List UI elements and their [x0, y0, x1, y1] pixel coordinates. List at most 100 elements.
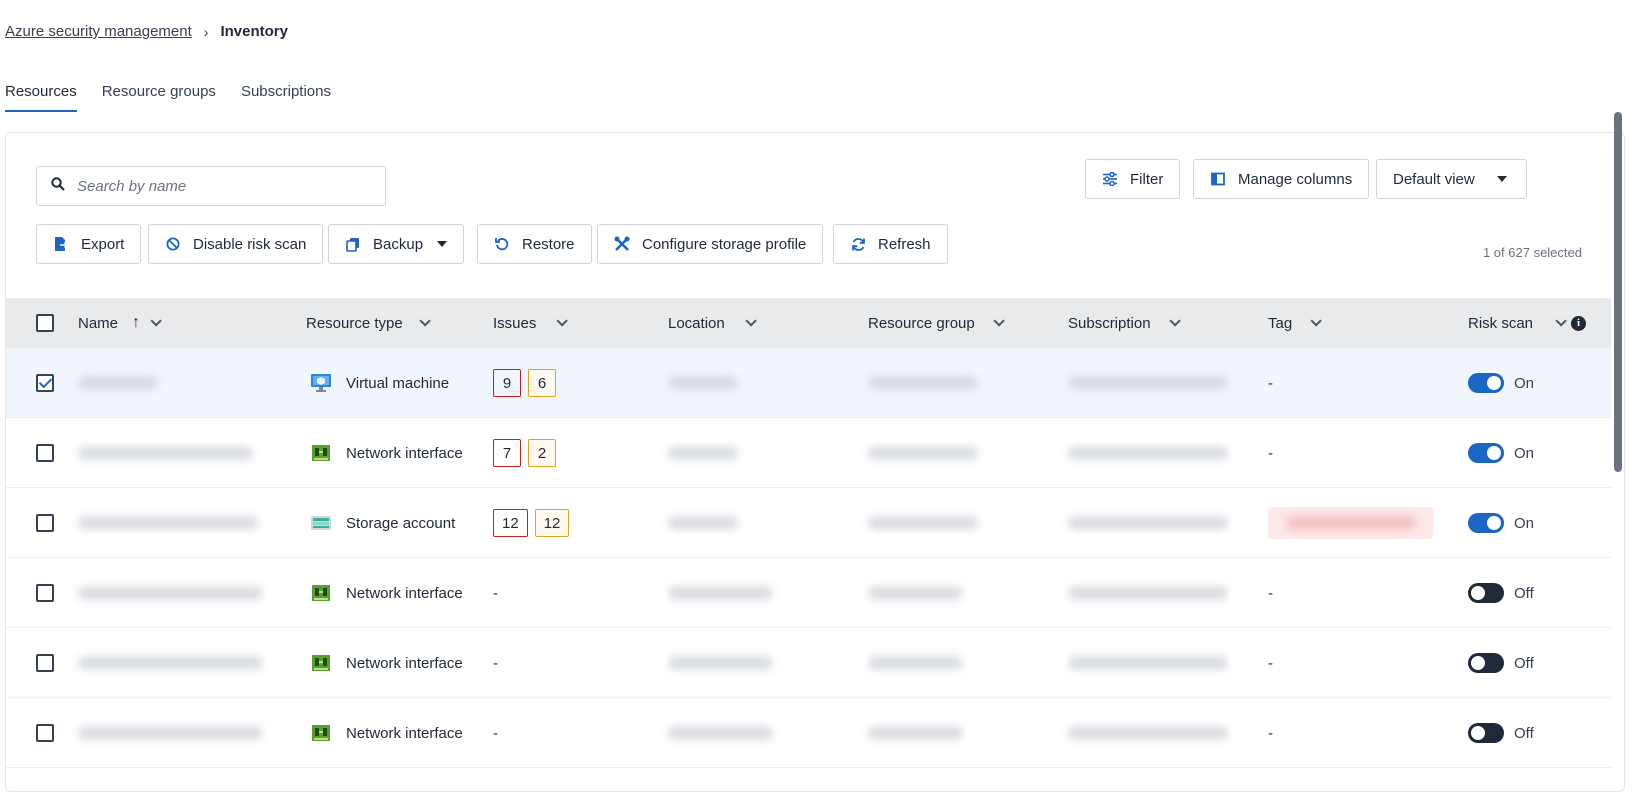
row-checkbox[interactable] — [36, 654, 54, 672]
risk-scan-toggle[interactable] — [1468, 653, 1504, 673]
critical-issues-badge[interactable]: 7 — [493, 439, 521, 467]
subscription-cell — [1068, 348, 1228, 418]
table-row[interactable]: Network interface - - Off — [6, 558, 1611, 628]
row-select-cell — [36, 628, 54, 698]
table-row[interactable]: Virtual machine 96 - On — [6, 348, 1611, 418]
risk-scan-toggle[interactable] — [1468, 723, 1504, 743]
chevron-down-icon[interactable] — [1169, 315, 1181, 327]
select-all-checkbox[interactable] — [36, 314, 54, 332]
chevron-down-icon — [1496, 176, 1507, 182]
tab-bar: Resources Resource groups Subscriptions — [5, 80, 356, 112]
column-header-name[interactable]: Name ↑ — [78, 298, 162, 348]
column-header-resource-group[interactable]: Resource group — [868, 298, 1005, 348]
row-checkbox[interactable] — [36, 444, 54, 462]
risk-scan-status: Off — [1514, 654, 1534, 672]
info-icon[interactable]: i — [1571, 315, 1587, 331]
refresh-button[interactable]: Refresh — [833, 224, 948, 264]
restore-label: Restore — [522, 235, 575, 253]
vertical-scrollbar[interactable] — [1614, 112, 1622, 472]
subscription-cell — [1068, 418, 1228, 488]
tag-pill[interactable] — [1268, 507, 1433, 539]
breadcrumb-link-azure-security[interactable]: Azure security management — [5, 23, 192, 40]
row-checkbox[interactable] — [36, 724, 54, 742]
search-icon — [51, 176, 65, 196]
column-header-resource-type[interactable]: Resource type — [306, 298, 431, 348]
risk-scan-toggle[interactable] — [1468, 513, 1504, 533]
refresh-icon — [850, 236, 866, 252]
sort-ascending-icon[interactable]: ↑ — [132, 314, 140, 332]
row-checkbox[interactable] — [36, 514, 54, 532]
risk-scan-toggle[interactable] — [1468, 443, 1504, 463]
resource-name-cell[interactable] — [78, 628, 263, 698]
chevron-down-icon[interactable] — [745, 315, 757, 327]
tab-subscriptions[interactable]: Subscriptions — [241, 80, 331, 112]
tag-cell: - — [1268, 628, 1273, 698]
row-select-cell — [36, 558, 54, 628]
column-header-risk-scan[interactable]: Risk scan i — [1468, 298, 1587, 348]
risk-scan-toggle[interactable] — [1468, 373, 1504, 393]
high-issues-badge[interactable]: 2 — [528, 439, 556, 467]
high-issues-badge[interactable]: 6 — [528, 369, 556, 397]
redacted-resource-name — [78, 446, 253, 460]
row-checkbox[interactable] — [36, 584, 54, 602]
chevron-down-icon[interactable] — [1555, 315, 1567, 327]
subscription-cell — [1068, 698, 1228, 768]
tab-resource-groups[interactable]: Resource groups — [102, 80, 216, 112]
resource-name-cell[interactable] — [78, 488, 258, 558]
chevron-down-icon[interactable] — [1310, 315, 1322, 327]
column-header-resource-group-label: Resource group — [868, 314, 975, 332]
critical-issues-badge[interactable]: 12 — [493, 509, 528, 537]
chevron-down-icon[interactable] — [556, 315, 569, 327]
filter-button[interactable]: Filter — [1085, 159, 1181, 199]
issues-cell: 72 — [493, 418, 563, 488]
risk-scan-status: On — [1514, 444, 1535, 462]
column-header-tag[interactable]: Tag — [1268, 298, 1322, 348]
column-header-subscription[interactable]: Subscription — [1068, 298, 1181, 348]
table-row[interactable]: Network interface - - Off — [6, 628, 1611, 698]
risk-scan-toggle[interactable] — [1468, 583, 1504, 603]
resource-type-label: Storage account — [346, 514, 456, 532]
chevron-down-icon[interactable] — [993, 315, 1005, 327]
column-header-issues[interactable]: Issues — [493, 298, 569, 348]
critical-issues-badge[interactable]: 9 — [493, 369, 521, 397]
resource-group-cell — [868, 628, 963, 698]
resource-type-label: Network interface — [346, 444, 463, 462]
chevron-down-icon[interactable] — [419, 315, 431, 327]
resource-name-cell[interactable] — [78, 348, 158, 418]
configure-storage-profile-button[interactable]: Configure storage profile — [597, 224, 824, 264]
risk-scan-cell: Off — [1468, 628, 1534, 698]
export-button[interactable]: Export — [36, 224, 142, 264]
backup-button[interactable]: Backup — [328, 224, 465, 264]
redacted-resource-group — [868, 656, 963, 670]
resource-type-label: Network interface — [346, 584, 463, 602]
export-label: Export — [81, 235, 125, 253]
network-interface-icon — [310, 442, 332, 464]
manage-columns-button[interactable]: Manage columns — [1193, 159, 1370, 199]
filter-label: Filter — [1130, 170, 1164, 188]
issues-cell: - — [493, 698, 498, 768]
search-box[interactable] — [36, 166, 386, 206]
location-cell — [668, 698, 773, 768]
high-issues-badge[interactable]: 12 — [534, 509, 570, 537]
resource-type-cell: Virtual machine — [310, 348, 449, 418]
resource-name-cell[interactable] — [78, 558, 263, 628]
chevron-down-icon[interactable] — [150, 315, 162, 327]
redacted-location — [668, 376, 738, 390]
tag-cell: - — [1268, 348, 1273, 418]
search-input[interactable] — [75, 176, 365, 196]
table-row[interactable]: Network interface - - Off — [6, 698, 1611, 768]
tab-resources[interactable]: Resources — [5, 80, 77, 112]
issues-empty: - — [493, 724, 498, 742]
row-checkbox[interactable] — [36, 374, 54, 392]
resource-name-cell[interactable] — [78, 418, 253, 488]
resource-type-label: Network interface — [346, 724, 463, 742]
restore-button[interactable]: Restore — [477, 224, 592, 264]
view-select[interactable]: Default view — [1376, 159, 1527, 199]
resource-name-cell[interactable] — [78, 698, 263, 768]
disable-risk-scan-button[interactable]: Disable risk scan — [148, 224, 324, 264]
table-row[interactable]: Network interface 72 - On — [6, 418, 1611, 488]
table-row[interactable]: Storage account 12 12 On — [6, 488, 1611, 558]
column-header-location[interactable]: Location — [668, 298, 757, 348]
resource-group-cell — [868, 348, 978, 418]
redacted-location — [668, 586, 773, 600]
